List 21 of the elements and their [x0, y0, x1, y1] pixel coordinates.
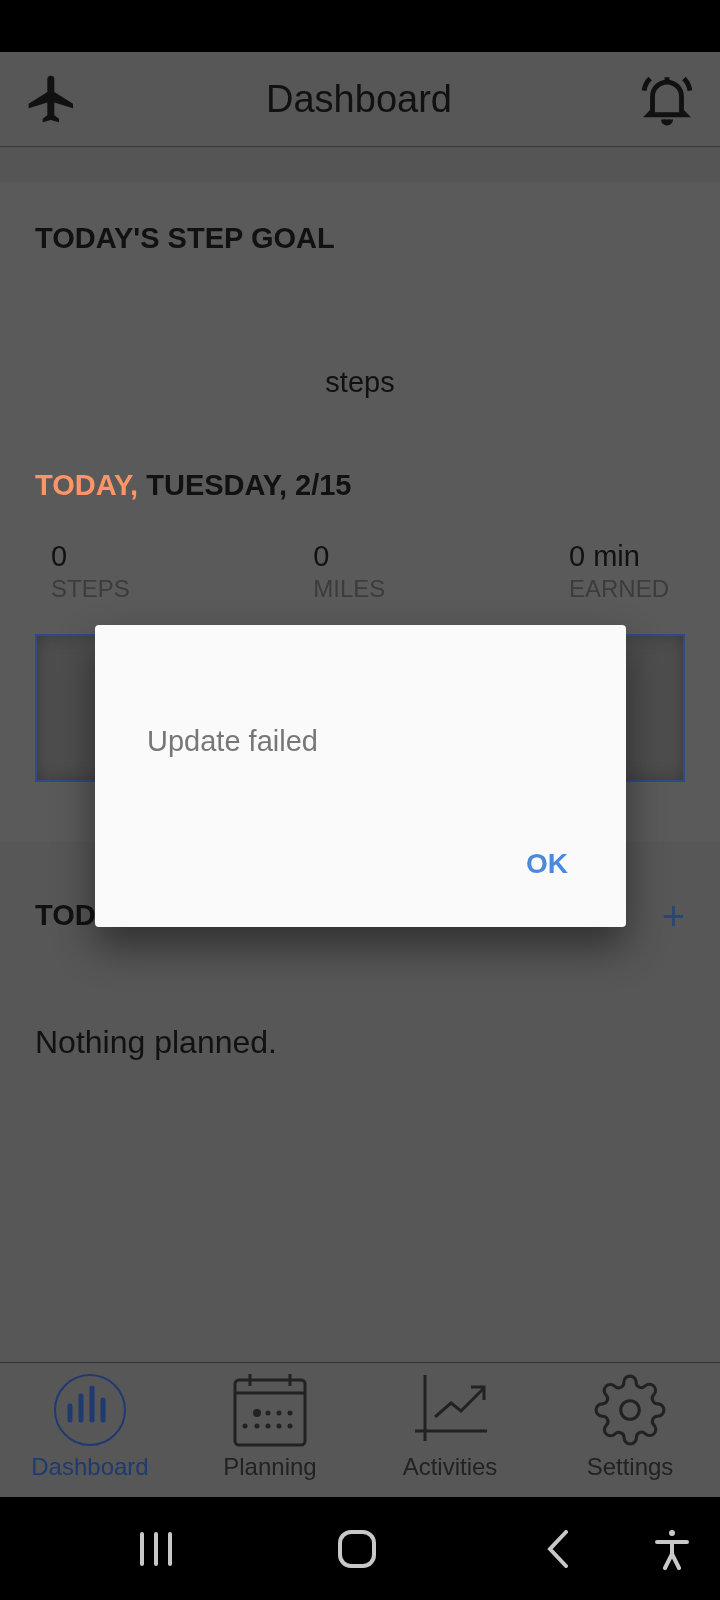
- accessibility-icon[interactable]: [654, 1527, 690, 1570]
- bar-chart-icon: [53, 1373, 127, 1447]
- back-icon[interactable]: [546, 1529, 570, 1568]
- nav-tab[interactable]: Dashboard: [15, 1373, 165, 1485]
- section-title: TOD: [35, 898, 96, 933]
- stat-value: 0: [313, 538, 331, 574]
- dialog-message: Update failed: [147, 724, 319, 759]
- steps-unit: steps: [325, 364, 395, 400]
- settings-icon: [593, 1373, 667, 1447]
- ok-button[interactable]: OK: [518, 838, 576, 889]
- date-label: TUESDAY, 2/15: [146, 469, 352, 501]
- stat-value: 0 min: [568, 538, 641, 574]
- recent-apps-icon[interactable]: [138, 1530, 174, 1567]
- empty-message: Nothing planned.: [35, 1022, 278, 1062]
- stat-value: 0: [51, 538, 69, 574]
- home-icon[interactable]: [338, 1529, 376, 1568]
- section-title: TODAY'S STEP GOAL: [35, 221, 336, 256]
- add-button[interactable]: +: [661, 895, 685, 936]
- today-label: TODAY,: [35, 469, 139, 501]
- calendar-icon: [233, 1373, 307, 1447]
- screen-title: Dashboard: [266, 76, 452, 122]
